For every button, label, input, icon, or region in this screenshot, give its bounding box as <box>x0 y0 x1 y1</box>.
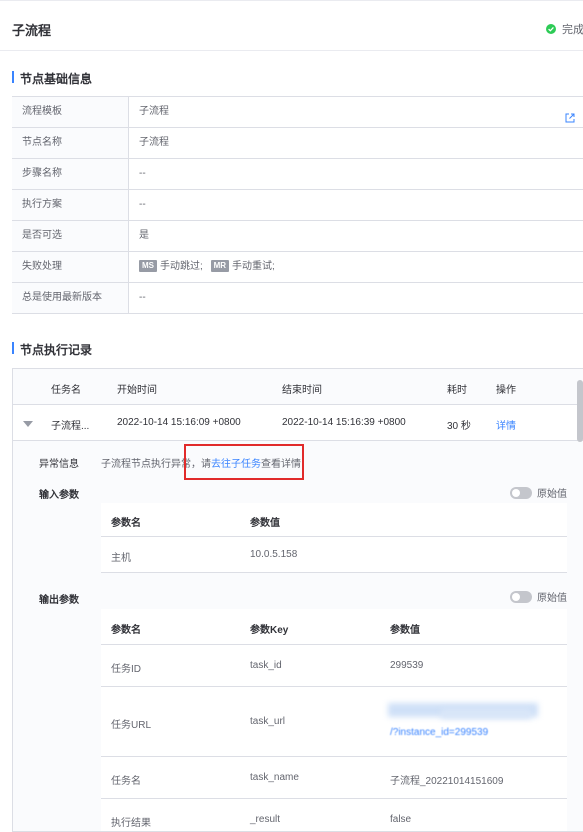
page-title: 子流程 <box>12 23 52 38</box>
param-name: 主机 <box>111 553 131 564</box>
page-header: 子流程 完成 <box>0 1 583 51</box>
row-duration: 30 秒 <box>447 421 471 432</box>
col-duration: 耗时 <box>447 385 467 396</box>
table-row: 任务名 task_name 子流程_20221014151609 <box>101 757 567 799</box>
external-link-icon[interactable] <box>565 106 575 123</box>
input-params-table: 参数名 参数值 主机 10.0.5.158 <box>101 503 567 573</box>
param-key: task_name <box>250 772 299 783</box>
param-key: task_id <box>250 660 282 671</box>
info-value: 是 <box>139 230 149 241</box>
scrollbar[interactable] <box>577 380 583 442</box>
col-param-value: 参数值 <box>250 518 280 529</box>
col-end-time: 结束时间 <box>282 385 322 396</box>
info-row-step-name: 步骤名称 -- <box>12 159 583 190</box>
section-title-exec-records: 节点执行记录 <box>12 341 92 358</box>
record-detail-panel: 异常信息 子流程节点执行异常，请去往子任务查看详情 输入参数 原始值 参数名 参… <box>13 441 583 831</box>
basic-info-table: 流程模板 子流程 节点名称 子流程 步骤名称 -- 执行方案 -- 是否可选 是… <box>12 96 583 314</box>
detail-link[interactable]: 详情 <box>496 417 516 432</box>
toggle-switch[interactable] <box>510 486 532 499</box>
table-row[interactable]: 子流程... 2022-10-14 15:16:09 +0800 2022-10… <box>13 405 583 441</box>
info-value: -- <box>139 199 146 210</box>
param-value: 299539 <box>390 660 424 671</box>
manual-retry-text: 手动重试; <box>232 261 275 272</box>
info-value: 子流程 <box>139 137 169 148</box>
col-start-time: 开始时间 <box>117 385 157 396</box>
success-check-icon <box>546 24 556 34</box>
chevron-down-icon[interactable] <box>23 421 33 427</box>
info-row-failure-handling: 失败处理 MS 手动跳过; MR 手动重试; <box>12 252 583 283</box>
output-params-table: 参数名 参数Key 参数值 任务ID task_id 299539 任务URL … <box>101 609 567 831</box>
col-param-name: 参数名 <box>111 518 141 529</box>
info-value: MS 手动跳过; MR 手动重试; <box>129 252 583 282</box>
param-name: 执行结果 <box>111 818 151 829</box>
param-name: 任务名 <box>111 776 141 787</box>
info-row-latest-version: 总是使用最新版本 -- <box>12 283 583 314</box>
manual-skip-tag: MS <box>139 260 157 272</box>
table-row: 任务URL task_url /?instance_id=299539 <box>101 687 567 757</box>
info-label: 节点名称 <box>12 128 129 158</box>
info-label: 步骤名称 <box>12 159 129 189</box>
input-table-header: 参数名 参数值 <box>101 503 567 537</box>
info-label: 总是使用最新版本 <box>12 283 129 313</box>
param-key: task_url <box>250 716 286 727</box>
info-value: -- <box>139 168 146 179</box>
info-label: 失败处理 <box>12 252 129 282</box>
input-params-label: 输入参数 <box>39 490 79 501</box>
output-params-label: 输出参数 <box>39 595 79 606</box>
raw-toggle-label: 原始值 <box>537 489 567 500</box>
toggle-switch[interactable] <box>510 590 532 603</box>
col-task-name: 任务名 <box>51 385 81 396</box>
template-value: 子流程 <box>139 106 169 117</box>
col-param-value: 参数值 <box>390 625 420 636</box>
info-value: -- <box>139 292 146 303</box>
exec-records-table: 任务名 开始时间 结束时间 耗时 操作 子流程... 2022-10-14 15… <box>12 368 583 832</box>
row-start-time: 2022-10-14 15:16:09 +0800 <box>117 417 241 428</box>
input-raw-toggle[interactable]: 原始值 <box>510 485 567 500</box>
col-action: 操作 <box>496 385 516 396</box>
info-row-template: 流程模板 子流程 <box>12 97 583 128</box>
exec-table-header: 任务名 开始时间 结束时间 耗时 操作 <box>13 369 583 405</box>
task-url-value[interactable]: /?instance_id=299539 <box>390 727 488 738</box>
info-label: 流程模板 <box>12 97 129 127</box>
manual-retry-tag: MR <box>210 260 230 272</box>
section-title-basic-info: 节点基础信息 <box>12 70 92 87</box>
info-row-node-name: 节点名称 子流程 <box>12 128 583 159</box>
row-end-time: 2022-10-14 15:16:39 +0800 <box>282 417 406 428</box>
info-row-exec-plan: 执行方案 -- <box>12 190 583 221</box>
param-value: 10.0.5.158 <box>250 549 298 560</box>
manual-skip-text: 手动跳过; <box>160 261 203 272</box>
raw-toggle-label: 原始值 <box>537 593 567 604</box>
table-row: 主机 10.0.5.158 <box>101 537 567 573</box>
param-value: 子流程_20221014151609 <box>390 776 504 787</box>
blurred-url-part <box>441 709 531 719</box>
param-name: 任务URL <box>111 720 152 731</box>
output-table-header: 参数名 参数Key 参数值 <box>101 609 567 645</box>
info-label: 执行方案 <box>12 190 129 220</box>
info-row-optional: 是否可选 是 <box>12 221 583 252</box>
param-key: _result <box>250 814 281 825</box>
table-row: 执行结果 _result false <box>101 799 567 831</box>
param-name: 任务ID <box>111 664 141 675</box>
status-text: 完成 <box>562 24 583 36</box>
col-param-key: 参数Key <box>250 625 289 636</box>
error-info-label: 异常信息 <box>39 459 79 470</box>
status-indicator: 完成 <box>546 21 583 37</box>
row-task-name: 子流程... <box>51 421 90 432</box>
table-row: 任务ID task_id 299539 <box>101 645 567 687</box>
output-raw-toggle[interactable]: 原始值 <box>510 589 567 604</box>
info-label: 是否可选 <box>12 221 129 251</box>
info-value: 子流程 <box>129 97 583 127</box>
highlight-box <box>184 444 304 480</box>
col-param-name: 参数名 <box>111 625 141 636</box>
param-value: false <box>390 814 412 825</box>
